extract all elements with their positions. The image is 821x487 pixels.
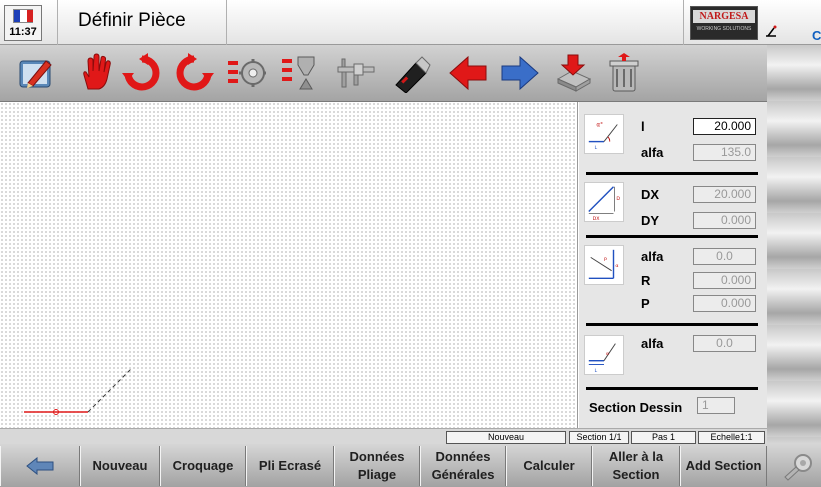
section-dessin-label: Section Dessin [589,400,683,415]
status-scale: Echelle1:1 [698,431,765,444]
drawing-canvas[interactable] [0,102,578,428]
dx-label: DX [641,187,660,202]
panel-divider [586,172,758,175]
status-step: Pas 1 [631,431,696,444]
logo-brand-text: NARGESA [693,10,755,23]
end-angle-input[interactable]: 0.0 [693,335,756,352]
axis-indicator-icon [766,25,777,37]
svg-text:D: D [616,196,620,202]
back-button[interactable] [0,446,80,486]
dy-input[interactable]: 0.000 [693,212,756,229]
section-dessin-input[interactable]: 1 [697,397,735,414]
status-strip: Nouveau Section 1/1 Pas 1 Echelle1:1 [0,428,767,444]
angle-label: alfa [641,145,664,160]
length-angle-diagram-icon: α° L [584,114,624,154]
toolbar [0,45,767,102]
page-title: Définir Pièce [78,10,186,31]
svg-text:L: L [595,145,598,151]
bend-angle-label: alfa [641,249,664,264]
header-divider [226,0,227,45]
bottom-button-bar: Nouveau Croquage Pli Ecrasé Données Plia… [0,444,821,487]
brand-logo: NARGESA WORKING SOLUTIONS [690,6,758,40]
back-arrow-icon [26,457,54,475]
profile-drawing [24,367,133,415]
angle-diagram-icon: α L [584,335,624,375]
rotate-left-icon[interactable] [122,53,162,93]
caliper-icon[interactable] [336,53,376,93]
save-drive-icon[interactable] [554,53,594,93]
trash-can-icon[interactable] [604,53,644,93]
p-input[interactable]: 0.000 [693,295,756,312]
status-indicator: C [812,28,821,43]
dx-dy-diagram-icon: DX D [584,182,624,222]
angle-input[interactable]: 135.0 [693,144,756,161]
stop-hand-icon[interactable] [75,53,115,93]
croquage-button[interactable]: Croquage [160,446,246,486]
parameter-panel: α° L l 20.000 alfa 135.0 DX D DX 20.000 … [579,102,767,428]
nouveau-button[interactable]: Nouveau [80,446,160,486]
p-label: P [641,296,650,311]
panel-divider [586,235,758,238]
radius-input[interactable]: 0.000 [693,272,756,289]
logo-tagline: WORKING SOLUTIONS [696,26,752,32]
machine-list-icon[interactable] [226,53,267,93]
edit-pencil-icon[interactable] [16,53,56,93]
radius-diagram-icon: α P [584,245,624,285]
aller-section-button[interactable]: Aller à la Section [592,446,680,486]
svg-text:L: L [595,368,598,374]
dy-label: DY [641,213,660,228]
radius-label: R [641,273,651,288]
header-divider [683,0,684,45]
rotate-right-icon[interactable] [174,53,214,93]
svg-text:α: α [615,264,618,269]
next-segment-preview [87,367,133,413]
bend-angle-input[interactable]: 0.0 [693,248,756,265]
svg-text:α: α [606,352,609,357]
pli-ecrase-button[interactable]: Pli Ecrasé [246,446,334,486]
arrow-left-icon[interactable] [448,53,488,93]
end-angle-label: alfa [641,336,664,351]
svg-text:DX: DX [593,216,601,221]
clock: 11:37 [9,26,37,38]
side-panel-rail [767,45,821,444]
calculer-button[interactable]: Calculer [506,446,592,486]
french-flag-icon[interactable] [13,9,33,23]
arrow-right-icon[interactable] [500,53,540,93]
language-clock-box[interactable]: 11:37 [4,5,42,41]
dx-input[interactable]: 20.000 [693,186,756,203]
header-divider [57,0,58,45]
wrench-gear-icon[interactable] [783,451,815,481]
tool-list-icon[interactable] [280,53,320,93]
donnees-pliage-button[interactable]: Données Pliage [334,446,420,486]
length-input[interactable]: 20.000 [693,118,756,135]
add-section-button[interactable]: Add Section [680,446,767,486]
status-mode: Nouveau [446,431,566,444]
header-bar: 11:37 Définir Pièce NARGESA WORKING SOLU… [0,0,821,45]
panel-divider [586,323,758,326]
svg-text:α°: α° [596,122,603,128]
status-section: Section 1/1 [569,431,629,444]
svg-text:P: P [604,257,607,263]
usb-drive-icon[interactable] [392,53,432,94]
panel-divider [586,387,758,390]
length-label: l [641,119,645,134]
donnees-generales-button[interactable]: Données Générales [420,446,506,486]
